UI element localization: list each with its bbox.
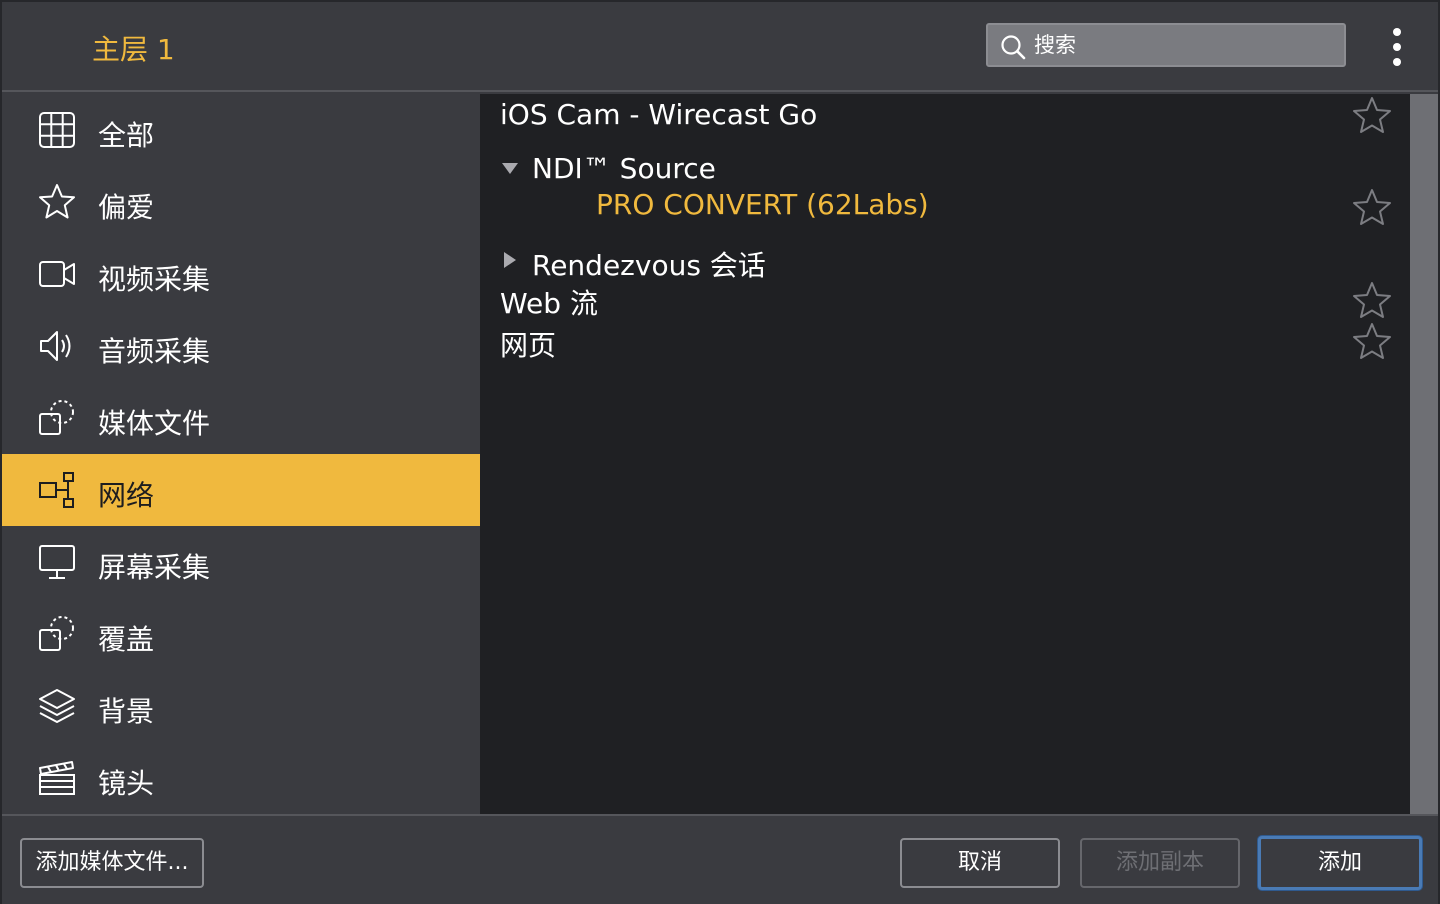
add-copy-button[interactable]: 添加副本 <box>1080 838 1240 888</box>
network-icon <box>39 472 74 508</box>
source-group-rendezvous[interactable]: Rendezvous 会话 <box>532 244 766 284</box>
sidebar-item-media-files[interactable]: 媒体文件 <box>2 382 480 454</box>
disclosure-triangle-closed-icon[interactable] <box>502 251 520 269</box>
dialog-footer: 添加媒体文件... 取消 添加副本 添加 <box>2 814 1438 904</box>
vertical-scrollbar[interactable] <box>1410 94 1438 814</box>
sidebar-item-audio-capture[interactable]: 音频采集 <box>2 310 480 382</box>
sidebar-item-label: 覆盖 <box>98 623 155 656</box>
sidebar-item-screen-capture[interactable]: 屏幕采集 <box>2 526 480 598</box>
sidebar-item-label: 媒体文件 <box>98 407 211 440</box>
monitor-icon <box>39 545 75 579</box>
layers-icon <box>39 689 75 723</box>
source-group-ndi[interactable]: NDI™ Source <box>532 152 716 185</box>
overlay-icon <box>39 616 74 651</box>
favorite-star-icon[interactable] <box>1352 321 1392 361</box>
source-item-pro-convert[interactable]: PRO CONVERT (62Labs) <box>596 188 929 221</box>
star-icon <box>39 184 75 219</box>
add-shot-dialog: 主层 1 全部 <box>0 0 1440 904</box>
kebab-menu-icon[interactable] <box>1382 26 1412 68</box>
source-item-web-page[interactable]: 网页 <box>500 324 556 364</box>
favorite-star-icon[interactable] <box>1352 95 1392 135</box>
source-item-web-stream[interactable]: Web 流 <box>500 282 598 322</box>
sidebar-item-favorites[interactable]: 偏爱 <box>2 166 480 238</box>
sidebar-item-overlays[interactable]: 覆盖 <box>2 598 480 670</box>
sidebar-item-label: 偏爱 <box>98 191 155 224</box>
sidebar-item-network[interactable]: 网络 <box>2 454 480 526</box>
media-file-icon <box>39 400 74 435</box>
sidebar-item-all[interactable]: 全部 <box>2 94 480 166</box>
source-item-ios-cam[interactable]: iOS Cam - Wirecast Go <box>500 98 817 131</box>
favorite-star-icon[interactable] <box>1352 187 1392 227</box>
search-input[interactable] <box>1034 30 1334 60</box>
sidebar-item-label: 音频采集 <box>98 335 211 368</box>
search-icon <box>1001 35 1026 60</box>
sidebar-item-shots[interactable]: 镜头 <box>2 742 480 814</box>
sidebar-item-label: 镜头 <box>98 767 155 800</box>
favorite-star-icon[interactable] <box>1352 280 1392 320</box>
sidebar-item-label: 背景 <box>98 695 155 728</box>
camera-icon <box>39 261 75 287</box>
sidebar-item-video-capture[interactable]: 视频采集 <box>2 238 480 310</box>
add-button[interactable]: 添加 <box>1258 836 1422 890</box>
grid-icon <box>39 112 75 148</box>
sidebar-item-label: 屏幕采集 <box>98 551 211 584</box>
disclosure-triangle-open-icon[interactable] <box>501 160 519 178</box>
category-sidebar: 全部 偏爱 视频采集 音频采集 媒体文件 网络 屏幕采集 覆盖 背景 镜头 <box>2 94 480 814</box>
cancel-button[interactable]: 取消 <box>900 838 1060 888</box>
sidebar-item-label: 全部 <box>98 119 155 152</box>
sidebar-item-backgrounds[interactable]: 背景 <box>2 670 480 742</box>
sidebar-item-label: 网络 <box>98 479 155 512</box>
search-box[interactable] <box>986 23 1346 67</box>
clapperboard-icon <box>39 761 75 795</box>
dialog-header: 主层 1 <box>2 2 1438 92</box>
add-media-file-button[interactable]: 添加媒体文件... <box>20 838 204 888</box>
layer-title: 主层 1 <box>92 33 175 66</box>
speaker-icon <box>40 331 71 361</box>
sidebar-item-label: 视频采集 <box>98 263 211 296</box>
